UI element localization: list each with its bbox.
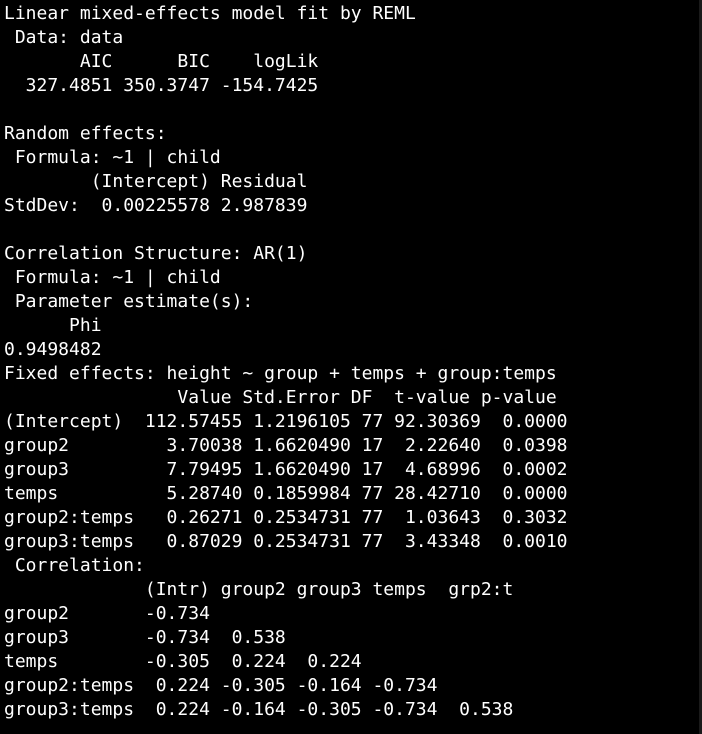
correlation-row: group3:temps 0.224 -0.164 -0.305 -0.734 … xyxy=(4,699,514,720)
table-row: group2 3.70038 1.6620490 17 2.22640 0.03… xyxy=(4,435,568,456)
table-header: Value Std.Error DF t-value p-value xyxy=(4,387,557,408)
table-row: group3:temps 0.87029 0.2534731 77 3.4334… xyxy=(4,531,568,552)
console-output: Linear mixed-effects model fit by REML D… xyxy=(0,0,702,734)
table-row: group3 7.79495 1.6620490 17 4.68996 0.00… xyxy=(4,459,568,480)
correlation-row: temps -0.305 0.224 0.224 xyxy=(4,651,362,672)
output-line-corr-formula: Formula: ~1 | child xyxy=(4,267,221,288)
correlation-row: group3 -0.734 0.538 xyxy=(4,627,286,648)
output-line-fit-values: 327.4851 350.3747 -154.7425 xyxy=(4,75,319,96)
output-line-blank xyxy=(4,98,702,122)
output-line-random-effects: Random effects: xyxy=(4,123,167,144)
output-line-stddev-headers: (Intercept) Residual xyxy=(4,171,308,192)
correlation-row: group2:temps 0.224 -0.305 -0.164 -0.734 xyxy=(4,675,438,696)
correlation-header: (Intr) group2 group3 temps grp2:t xyxy=(4,579,514,600)
output-line-blank xyxy=(4,218,702,242)
output-line-fixed-effects: Fixed effects: height ~ group + temps + … xyxy=(4,363,557,384)
output-line-phi-header: Phi xyxy=(4,315,102,336)
table-row: (Intercept) 112.57455 1.2196105 77 92.30… xyxy=(4,411,568,432)
output-line-correlation: Correlation: xyxy=(4,555,145,576)
table-row: temps 5.28740 0.1859984 77 28.42710 0.00… xyxy=(4,483,568,504)
output-line-parameter-estimates: Parameter estimate(s): xyxy=(4,291,254,312)
output-line-random-formula: Formula: ~1 | child xyxy=(4,147,221,168)
output-line-fit-headers: AIC BIC logLik xyxy=(4,51,319,72)
correlation-row: group2 -0.734 xyxy=(4,603,210,624)
output-line-data: Data: data xyxy=(4,27,124,48)
output-line-model-title: Linear mixed-effects model fit by REML xyxy=(4,3,416,24)
output-line-stddev-values: StdDev: 0.00225578 2.987839 xyxy=(4,195,308,216)
table-row: group2:temps 0.26271 0.2534731 77 1.0364… xyxy=(4,507,568,528)
output-line-phi-value: 0.9498482 xyxy=(4,339,102,360)
output-line-correlation-structure: Correlation Structure: AR(1) xyxy=(4,243,308,264)
